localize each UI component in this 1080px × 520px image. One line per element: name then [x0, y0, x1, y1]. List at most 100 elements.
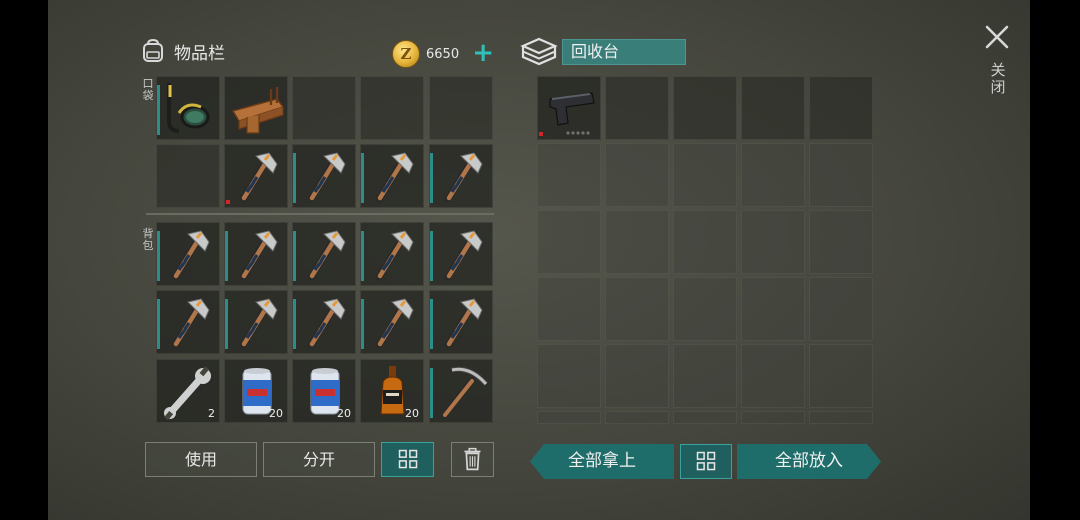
recycler-empty-slot[interactable]: [605, 277, 669, 341]
grid-icon: [696, 451, 716, 471]
pickaxe-icon: [441, 366, 488, 419]
grid-icon: [398, 449, 418, 469]
hatchet-icon: [171, 298, 210, 349]
recycler-empty-slot[interactable]: [673, 143, 737, 207]
hatchet-item[interactable]: [292, 222, 356, 286]
backpack-label: 背包: [142, 227, 154, 252]
recycler-title: 回收台: [562, 39, 686, 65]
hatchet-icon: [375, 230, 414, 281]
wrench-item[interactable]: 2: [156, 359, 220, 423]
item-quantity: 2: [208, 407, 215, 420]
split-button[interactable]: 分开: [263, 442, 375, 477]
recycler-empty-slot[interactable]: [809, 143, 873, 207]
inventory-header: 物品栏: [140, 38, 225, 64]
recycler-empty-slot[interactable]: [673, 344, 737, 408]
add-coins-button[interactable]: +: [471, 40, 495, 66]
beer-can-item[interactable]: 20: [224, 359, 288, 423]
item-quantity: 20: [405, 407, 419, 420]
recycler-empty-slot[interactable]: [673, 76, 737, 140]
sort-inventory-button[interactable]: [381, 442, 434, 477]
hatchet-icon: [239, 298, 278, 349]
recycler-empty-slot[interactable]: [741, 143, 805, 207]
hatchet-item[interactable]: [360, 144, 424, 208]
recycler-empty-slot[interactable]: [741, 411, 805, 424]
hatchet-icon: [239, 152, 278, 203]
trash-button[interactable]: [451, 442, 494, 477]
hatchet-item[interactable]: [360, 222, 424, 286]
empty-slot[interactable]: [156, 144, 220, 208]
recycler-empty-slot[interactable]: [809, 411, 873, 424]
recycler-empty-slot[interactable]: [537, 277, 601, 341]
recycler-empty-slot[interactable]: [673, 277, 737, 341]
use-button[interactable]: 使用: [145, 442, 257, 477]
recycler-empty-slot[interactable]: [537, 143, 601, 207]
item-quantity: 20: [269, 407, 283, 420]
item-quantity: 20: [337, 407, 351, 420]
hatchet-item[interactable]: [360, 290, 424, 354]
close-label[interactable]: 关闭: [988, 62, 1008, 96]
recycler-icon: [520, 37, 558, 66]
rarity-marker: [226, 200, 230, 204]
hatchet-icon: [307, 152, 346, 203]
hatchet-icon: [444, 230, 483, 281]
recycler-empty-slot[interactable]: [741, 344, 805, 408]
ammo-dots: [566, 131, 590, 135]
recycler-empty-slot[interactable]: [605, 210, 669, 274]
hatchet-item[interactable]: [292, 290, 356, 354]
recycler-empty-slot[interactable]: [741, 210, 805, 274]
recycler-empty-slot[interactable]: [673, 210, 737, 274]
recycler-empty-slot[interactable]: [673, 411, 737, 424]
empty-slot[interactable]: [429, 76, 493, 140]
empty-slot[interactable]: [360, 76, 424, 140]
whiskey-bottle-item[interactable]: 20: [360, 359, 424, 423]
currency-display: Z 6650 +: [392, 40, 495, 68]
hatchet-icon: [444, 152, 483, 203]
section-divider: [146, 213, 494, 215]
recycler-empty-slot[interactable]: [741, 76, 805, 140]
recycler-empty-slot[interactable]: [537, 344, 601, 408]
recycler-header: 回收台: [520, 36, 686, 68]
beer-can-item[interactable]: 20: [292, 359, 356, 423]
coin-amount: 6650: [426, 46, 460, 62]
recycler-empty-slot[interactable]: [809, 76, 873, 140]
hatchet-item[interactable]: [156, 222, 220, 286]
hatchet-icon: [307, 230, 346, 281]
recycler-empty-slot[interactable]: [605, 76, 669, 140]
recycler-empty-slot[interactable]: [809, 210, 873, 274]
recycler-empty-slot[interactable]: [741, 277, 805, 341]
recycler-empty-slot[interactable]: [605, 344, 669, 408]
hatchet-item[interactable]: [224, 222, 288, 286]
hatchet-item[interactable]: [429, 290, 493, 354]
hatchet-icon: [444, 298, 483, 349]
hatchet-icon: [171, 230, 210, 281]
empty-slot[interactable]: [292, 76, 356, 140]
hatchet-item[interactable]: [429, 144, 493, 208]
trash-icon: [464, 447, 481, 471]
pickaxe-item[interactable]: [429, 359, 493, 423]
recycler-empty-slot[interactable]: [605, 411, 669, 424]
hatchet-icon: [375, 298, 414, 349]
recycler-empty-slot[interactable]: [809, 344, 873, 408]
recycler-empty-slot[interactable]: [537, 411, 601, 424]
hatchet-item[interactable]: [429, 222, 493, 286]
put-all-button[interactable]: 全部放入: [737, 444, 881, 479]
hatchet-icon: [375, 152, 414, 203]
hatchet-item[interactable]: [224, 144, 288, 208]
wooden-tray-item[interactable]: [224, 76, 288, 140]
pistol-item[interactable]: [537, 76, 601, 140]
sort-recycler-button[interactable]: [680, 444, 732, 479]
wooden-tray-icon: [231, 87, 285, 134]
backpack-icon: [143, 38, 163, 62]
hatchet-item[interactable]: [156, 290, 220, 354]
hatchet-icon: [307, 298, 346, 349]
recycler-empty-slot[interactable]: [537, 210, 601, 274]
close-icon[interactable]: [984, 24, 1010, 50]
hatchet-icon: [239, 230, 278, 281]
coin-icon: Z: [392, 40, 420, 68]
recycler-empty-slot[interactable]: [605, 143, 669, 207]
hatchet-item[interactable]: [292, 144, 356, 208]
take-all-button[interactable]: 全部拿上: [530, 444, 674, 479]
recycler-empty-slot[interactable]: [809, 277, 873, 341]
hatchet-item[interactable]: [224, 290, 288, 354]
snorkel-mask-item[interactable]: [156, 76, 220, 140]
